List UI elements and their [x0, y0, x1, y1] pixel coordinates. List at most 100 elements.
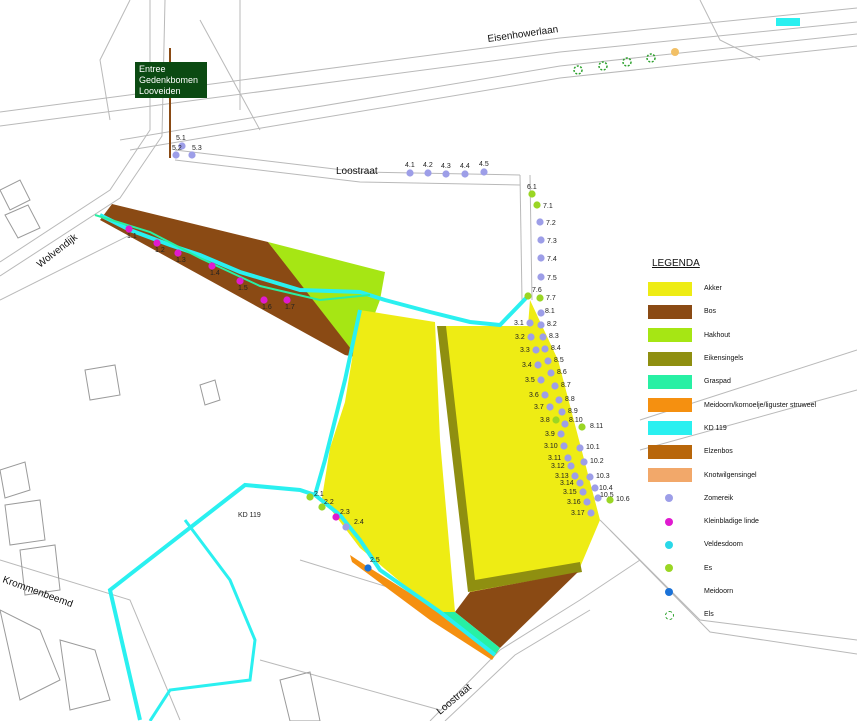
entree-line-2: Gedenkbomen — [139, 75, 199, 85]
legend-swatch — [648, 491, 692, 505]
legend-swatch — [648, 421, 692, 436]
legend-dot — [665, 494, 673, 503]
tree-label: 8.4 — [551, 345, 561, 352]
legend-label: Veldesdoorn — [704, 541, 743, 549]
legend-swatch — [648, 328, 692, 343]
legend-swatch — [648, 281, 692, 296]
legend-item: Hakhout — [648, 324, 828, 347]
legend-swatch — [648, 538, 692, 552]
legend-swatch — [648, 561, 692, 575]
legend-label: Graspad — [704, 378, 731, 386]
legend-item: Elzenbos — [648, 440, 828, 463]
street-wolvendijk: Wolvendijk — [35, 231, 81, 270]
kd119-line-2 — [107, 309, 362, 721]
tree-label: 4.1 — [405, 162, 415, 169]
tree-marker — [442, 170, 450, 178]
tree-label: 8.3 — [549, 333, 559, 340]
tree-marker — [576, 479, 584, 487]
legend-dot — [665, 610, 674, 620]
tree-label: 3.17 — [571, 510, 585, 517]
tree-label: 5.3 — [192, 145, 202, 152]
tree-label: 3.2 — [515, 334, 525, 341]
tree-label: 4.3 — [441, 163, 451, 170]
tree-marker — [283, 296, 291, 304]
legend-label: Elzenbos — [704, 448, 733, 456]
tree-label: 3.8 — [540, 417, 550, 424]
tree-marker — [537, 236, 545, 244]
tree-marker — [576, 444, 584, 452]
legend-item: Veldesdoorn — [648, 533, 828, 556]
tree-label: 7.7 — [546, 295, 556, 302]
tree-label: 4.5 — [479, 161, 489, 168]
legend-dot — [665, 517, 673, 526]
tree-marker — [236, 277, 244, 285]
tree-marker — [539, 333, 547, 341]
legend-swatch — [648, 444, 692, 459]
tree-label: 10.3 — [596, 473, 610, 480]
tree-label: 7.4 — [547, 256, 557, 263]
tree-label: 8.8 — [565, 396, 575, 403]
legend-list: Akker Bos Hakhout Eikensingels Graspad Meidoo… — [648, 277, 828, 626]
legend-item: Graspad — [648, 370, 828, 393]
tree-label: 3.13 — [555, 473, 569, 480]
legend-swatch — [648, 468, 692, 483]
tree-label: 6.1 — [527, 184, 537, 191]
tree-marker — [527, 333, 535, 341]
tree-marker — [537, 273, 545, 281]
tree-label: 3.7 — [534, 404, 544, 411]
kd119-line-4 — [148, 519, 257, 721]
tree-marker — [125, 225, 133, 233]
entree-line-1: Entree — [139, 64, 166, 74]
legend-label: Es — [704, 564, 713, 572]
tree-marker — [557, 430, 565, 438]
tree-label: 3.1 — [514, 320, 524, 327]
tree-marker — [583, 498, 591, 506]
legend-label: KD 119 — [704, 424, 727, 432]
legend: LEGENDA Akker Bos Hakhout Eikensingels Grasp… — [648, 258, 828, 626]
tree-marker — [364, 564, 372, 572]
tree-label: 7.5 — [547, 275, 557, 282]
tree-marker — [564, 454, 572, 462]
tree-label: 8.7 — [561, 382, 571, 389]
tree-label: 8.11 — [590, 423, 603, 430]
legend-label: Els — [704, 611, 714, 619]
kd119-top-segment — [776, 18, 800, 26]
tree-marker — [342, 523, 350, 531]
tree-marker — [580, 458, 588, 466]
legend-item: Els — [648, 603, 828, 626]
tree-label: 2.2 — [324, 499, 334, 506]
tree-label: 5.2 — [172, 145, 182, 152]
legend-label: Kleinbladige linde — [704, 518, 759, 526]
tree-marker — [153, 239, 161, 247]
tree-marker — [306, 493, 314, 501]
tree-label: 2.3 — [340, 509, 350, 516]
tree-label: 10.6 — [616, 496, 630, 503]
tree-marker — [544, 357, 552, 365]
legend-item: Eikensingels — [648, 347, 828, 370]
legend-swatch — [648, 515, 692, 529]
tree-marker — [424, 169, 432, 177]
tree-marker — [332, 513, 340, 521]
tree-marker — [567, 462, 575, 470]
legend-label: Zomereik — [704, 494, 734, 502]
tree-marker — [461, 170, 469, 178]
tree-marker — [174, 249, 182, 257]
legend-dot — [665, 587, 673, 596]
legend-item: Akker — [648, 277, 828, 300]
entree-sign: Entree Gedenkbomen Looveiden — [135, 62, 207, 98]
tree-marker — [537, 254, 545, 262]
tree-marker — [480, 168, 488, 176]
tree-label: 2.4 — [354, 519, 364, 526]
tree-label: 10.4 — [599, 485, 613, 492]
tree-label: 1.5 — [238, 285, 248, 292]
legend-item: Meidoorn — [648, 580, 828, 603]
tree-label: 3.9 — [545, 431, 555, 438]
legend-dot — [665, 564, 673, 573]
entree-line-3: Looveiden — [139, 86, 181, 96]
tree-marker — [552, 416, 560, 424]
tree-marker — [172, 151, 180, 159]
tree-marker — [578, 423, 586, 431]
es-markers-top — [671, 48, 679, 56]
tree-label: 8.6 — [557, 369, 567, 376]
legend-dot — [665, 540, 673, 549]
